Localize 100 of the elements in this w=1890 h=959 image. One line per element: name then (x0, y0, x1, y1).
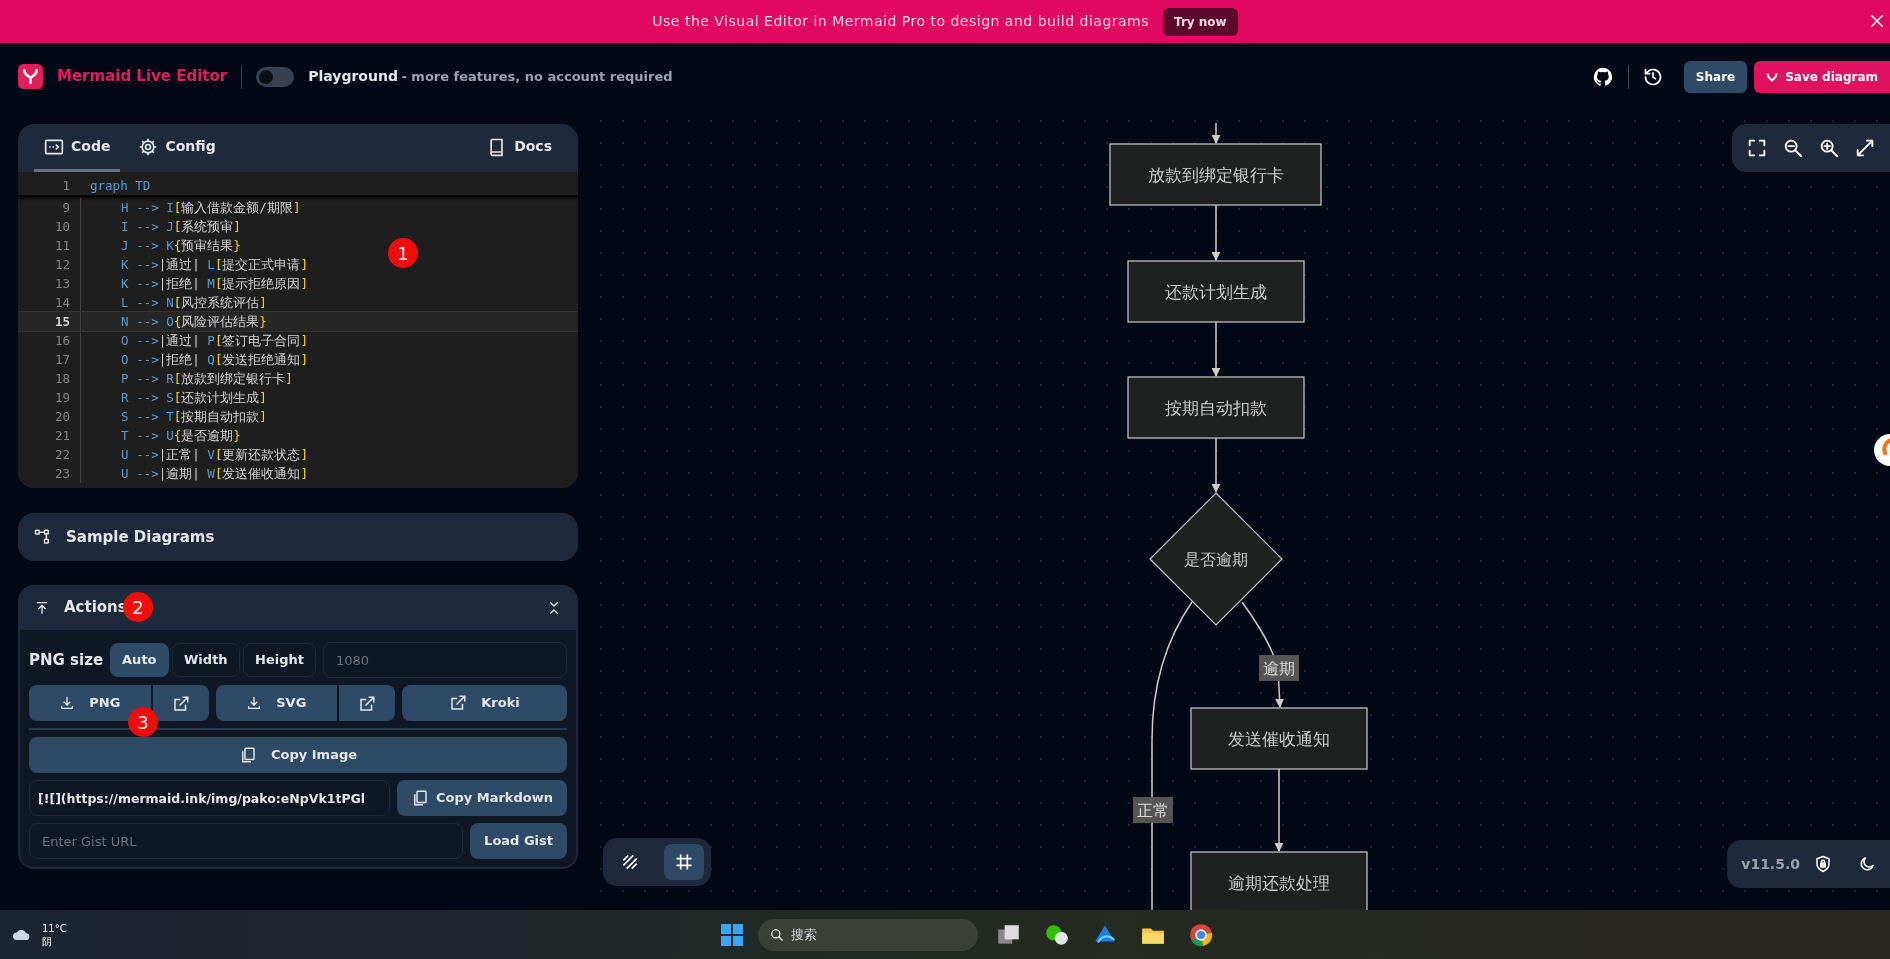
gist-url-field[interactable]: Enter Gist URL (29, 823, 464, 859)
pen-icon (620, 852, 640, 872)
node-label: 发送催收通知 (1228, 728, 1330, 749)
code-line: P --> R[放款到绑定银行卡] (80, 369, 293, 388)
line-number: 11 (53, 237, 71, 255)
taskbar-search-field[interactable]: 搜索 (758, 918, 978, 951)
code-line: H --> I[输入借款金额/期限] (80, 198, 301, 217)
share-button[interactable]: Share (1683, 60, 1748, 93)
code-line: S --> T[按期自动扣款] (80, 407, 267, 426)
line-number: 10 (53, 218, 71, 236)
code-line: N --> O{风险评估结果} (80, 312, 267, 331)
save-diagram-button[interactable]: Save diagram (1754, 60, 1890, 93)
editor-tab[interactable]: Config (128, 124, 226, 172)
export-button[interactable]: Kroki (402, 685, 567, 721)
load-gist-button[interactable]: Load Gist (470, 823, 567, 859)
edge-label: 正常 (1133, 797, 1173, 823)
external-link-icon (449, 694, 468, 712)
try-now-button[interactable]: Try now (1163, 7, 1238, 36)
line-number: 15 (53, 313, 71, 331)
flow-node[interactable] (1127, 260, 1305, 323)
version-label: v11.5.0 (1741, 854, 1800, 874)
line-number: 14 (53, 294, 71, 312)
code-editor[interactable] (18, 172, 578, 488)
code-line: graph TD (89, 177, 151, 195)
weather-label: 阴 (42, 934, 53, 948)
edge-arrow (1211, 122, 1221, 144)
node-label: 逾期还款处理 (1228, 872, 1330, 893)
line-number: 23 (53, 465, 71, 483)
docs-link[interactable]: Docs (477, 124, 562, 172)
external-link-icon (358, 694, 377, 713)
line-number: 17 (53, 351, 71, 369)
zoom-in-icon[interactable] (1818, 137, 1840, 159)
size-field[interactable]: 1080 (323, 642, 567, 678)
sample-diagrams-panel[interactable]: Sample Diagrams (18, 513, 578, 561)
export-button[interactable]: SVG (215, 685, 338, 721)
mode-note: - more features, no account required (401, 67, 673, 86)
logo-icon[interactable] (18, 64, 43, 89)
code-line: O -->|拒绝| Q[发送拒绝通知] (80, 350, 308, 369)
node-label: 按期自动扣款 (1165, 397, 1267, 418)
open-external-button[interactable] (339, 685, 396, 721)
copy-image-button[interactable]: Copy Image (29, 737, 567, 773)
fullscreen-icon[interactable] (1746, 137, 1768, 159)
search-icon (770, 927, 784, 942)
png-size-label: PNG size (29, 649, 104, 671)
open-external-button[interactable] (152, 685, 209, 721)
windows-start-icon[interactable] (720, 922, 744, 947)
size-option[interactable]: Height (243, 643, 317, 677)
flow-node[interactable] (1127, 376, 1305, 439)
gear-icon (138, 136, 159, 157)
banner-text: Use the Visual Editor in Mermaid Pro to design and build diagrams (652, 12, 1150, 31)
temperature-label: 11°C (42, 921, 67, 935)
moon-icon[interactable] (1858, 855, 1876, 873)
grid-toggle-button[interactable] (664, 844, 704, 880)
external-link-icon (171, 694, 190, 713)
code-line: K -->|通过| L[提交正式申请] (80, 255, 308, 274)
line-number: 20 (53, 408, 71, 426)
history-icon[interactable] (1642, 66, 1663, 87)
flow-node[interactable] (1109, 143, 1322, 206)
zoom-out-icon[interactable] (1782, 137, 1804, 159)
code-line: U -->|逾期| W[发送催收通知] (80, 464, 308, 483)
markdown-field[interactable]: [![](https://mermaid.ink/img/pako:eNpVk1tPGl (29, 780, 390, 816)
flow-node[interactable] (1190, 707, 1368, 770)
chrome-icon[interactable] (1188, 921, 1214, 948)
code-line: R --> S[还款计划生成] (80, 388, 267, 407)
app-title[interactable]: Mermaid Live Editor (57, 65, 228, 88)
line-number: 21 (53, 427, 71, 445)
line-number: 9 (61, 199, 71, 217)
github-icon[interactable] (1591, 65, 1614, 88)
decision-node[interactable] (1149, 492, 1283, 626)
download-icon (59, 695, 76, 711)
code-line: I --> J[系统预审] (80, 217, 241, 236)
size-option[interactable]: Auto (110, 643, 169, 677)
line-number: 18 (53, 370, 71, 388)
line-number: 13 (53, 275, 71, 293)
line-number: 16 (53, 332, 71, 350)
shield-icon[interactable] (1814, 855, 1832, 873)
edge-arrow (1211, 204, 1221, 261)
expand-icon[interactable] (1854, 137, 1876, 159)
code-line: T --> U{是否逾期} (80, 426, 241, 445)
panel-title: Sample Diagrams (66, 526, 215, 548)
code-line: O -->|通过| P[签订电子合同] (80, 331, 308, 350)
edge-arrow (1211, 321, 1221, 377)
download-icon (246, 695, 263, 711)
grid-icon (674, 852, 694, 872)
upload-icon (34, 599, 50, 616)
copy-markdown-button[interactable]: Copy Markdown (396, 780, 567, 816)
code-line: K -->|拒绝| M[提示拒绝原因] (80, 274, 308, 293)
code-line: U -->|正常| V[更新还款状态] (80, 445, 308, 464)
line-number: 1 (61, 177, 71, 195)
line-number: 12 (53, 256, 71, 274)
close-icon[interactable] (1868, 12, 1886, 30)
node-label: 还款计划生成 (1165, 281, 1267, 302)
size-option[interactable]: Width (172, 643, 240, 677)
playground-toggle[interactable] (256, 66, 295, 87)
mode-label: Playground (308, 67, 398, 86)
code-line: J --> K{预审结果} (80, 236, 241, 255)
edge-arrow (1211, 437, 1221, 493)
line-number: 22 (53, 446, 71, 464)
node-label: 是否逾期 (1184, 550, 1248, 569)
search-placeholder: 搜索 (791, 925, 817, 944)
